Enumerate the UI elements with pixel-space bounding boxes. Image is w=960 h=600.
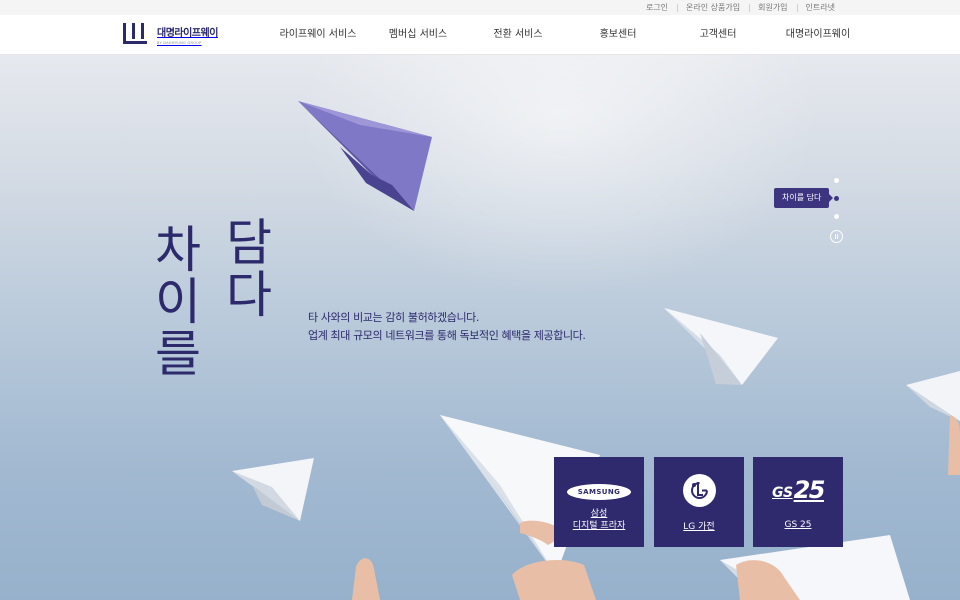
utility-bar: 로그인 온라인 상품가입 회원가입 인트라넷 [0,0,960,15]
white-paper-plane-icon [232,458,314,521]
white-paper-plane-icon [664,308,778,385]
hero-title-char: 를 [155,325,201,383]
white-paper-plane-icon [906,371,960,421]
login-link[interactable]: 로그인 [637,0,677,15]
slide-dot-2[interactable] [834,196,839,201]
main-nav: 라이프웨이 서비스 멤버십 서비스 전환 서비스 홍보센터 고객센터 대명라이프… [268,15,868,55]
hero-banner: 담 다 차 이 를 타 사와의 비교는 감히 불허하겠습니다. 업계 최대 규모… [0,55,960,600]
hero-title-char: 담 [226,214,272,272]
hero-description-line: 업계 최대 규모의 네트워크를 통해 독보적인 혜택을 제공합니다. [308,329,586,342]
partner-label: LG 가전 [683,522,715,532]
partner-label: 삼성 [590,509,608,519]
utility-links: 로그인 온라인 상품가입 회원가입 인트라넷 [637,0,844,15]
samsung-logo-icon: SAMSUNG [567,484,631,500]
partner-gs25[interactable]: GS 25 GS 25 [753,457,843,547]
slide-dot-3[interactable] [834,214,839,219]
purple-paper-plane-icon [298,101,432,211]
slide-dot-1[interactable] [834,178,839,183]
hero-title-char: 이 [155,273,201,331]
nav-lifeway-service[interactable]: 라이프웨이 서비스 [268,15,368,55]
partner-label: GS 25 [784,520,812,530]
hero-title-left-column: 차 이 를 [155,225,201,381]
register-link[interactable]: 회원가입 [749,0,796,15]
partner-lg[interactable]: LG 가전 [654,457,744,547]
logo-subtext: BY DAEMYUNG GROUP [157,40,202,45]
nav-daemyung-lifeway[interactable]: 대명라이프웨이 [768,15,868,55]
header: 대명라이프웨이 BY DAEMYUNG GROUP 라이프웨이 서비스 멤버십 … [0,15,960,55]
nav-membership-service[interactable]: 멤버십 서비스 [368,15,468,55]
nav-customer-center[interactable]: 고객센터 [668,15,768,55]
pause-icon[interactable] [830,230,843,243]
lg-logo-icon [682,474,716,507]
hero-title-right-column: 담 다 [226,218,272,322]
hero-description: 타 사와의 비교는 감히 불허하겠습니다. 업계 최대 규모의 네트워크를 통해… [308,309,586,345]
nav-conversion-service[interactable]: 전환 서비스 [468,15,568,55]
online-signup-link[interactable]: 온라인 상품가입 [677,0,749,15]
intranet-link[interactable]: 인트라넷 [796,0,844,15]
nav-pr-center[interactable]: 홍보센터 [568,15,668,55]
gs25-logo-icon: GS 25 [772,476,826,504]
hero-description-line: 타 사와의 비교는 감히 불허하겠습니다. [308,311,480,324]
partner-label: 디지털 프라자 [572,521,626,531]
logo-mark-icon [122,21,150,47]
hero-title-char: 차 [155,221,201,279]
partner-samsung[interactable]: SAMSUNG 삼성 디지털 프라자 [554,457,644,547]
slide-active-label: 차이를 담다 [774,188,834,208]
logo-text: 대명라이프웨이 [157,27,218,39]
logo[interactable]: 대명라이프웨이 BY DAEMYUNG GROUP [122,21,218,47]
hero-title-char: 다 [226,266,272,324]
